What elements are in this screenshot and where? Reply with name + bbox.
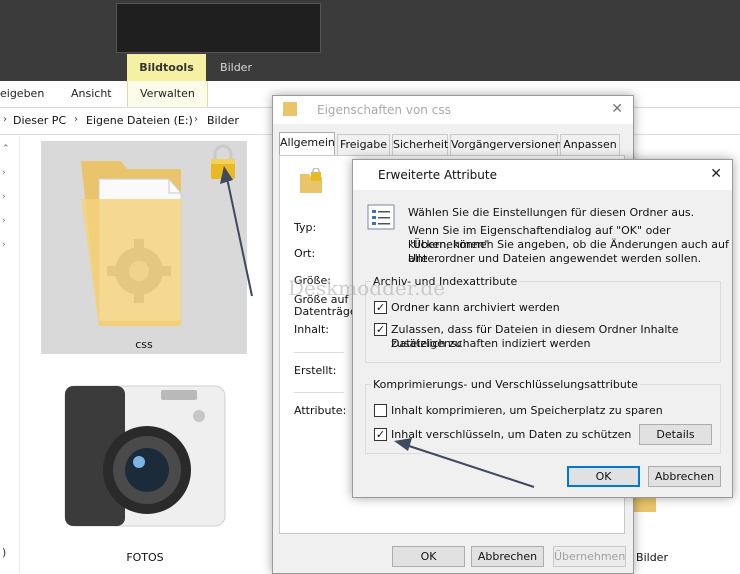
properties-list-icon — [367, 204, 395, 230]
ok-button[interactable]: OK — [567, 466, 640, 487]
explorer-titlebar: Bildtools Bilder — [0, 0, 740, 81]
apply-button[interactable]: Übernehmen — [553, 546, 626, 567]
ribbon-tab-verwalten[interactable]: Verwalten — [127, 81, 208, 107]
advanced-attributes-title: Erweiterte Attribute — [378, 168, 497, 182]
cancel-button[interactable]: Abbrechen — [648, 466, 721, 487]
ribbon-tab-ansicht[interactable]: Ansicht — [71, 81, 112, 107]
ribbon-context-bildtools[interactable]: Bildtools — [127, 54, 206, 81]
breadcrumb-item-eigene-dateien[interactable]: Eigene Dateien (E:) — [86, 114, 193, 127]
chevron-right-icon[interactable]: › — [2, 192, 6, 202]
annotation-arrow — [394, 438, 535, 488]
intro-text: Wählen Sie die Einstellungen für diesen … — [408, 206, 695, 219]
folder-lock-icon — [283, 102, 297, 116]
chevron-right-icon: › — [74, 114, 78, 125]
navigation-pane[interactable]: ⌃ › › › › ) — [0, 136, 20, 574]
properties-dialog-titlebar[interactable]: Eigenschaften von css ✕ — [273, 96, 633, 124]
tab-allgemein[interactable]: Allgemein — [279, 132, 335, 156]
checkbox-compress-label: Inhalt komprimieren, um Speicherplatz zu… — [391, 404, 663, 417]
tab-anpassen[interactable]: Anpassen — [560, 134, 620, 156]
ok-button[interactable]: OK — [392, 546, 465, 567]
tab-freigabe[interactable]: Freigabe — [337, 134, 390, 156]
title-thumbnail — [116, 3, 321, 53]
chevron-up-icon[interactable]: ⌃ — [2, 144, 10, 154]
detail-text-3: Unterordner und Dateien angewendet werde… — [408, 252, 702, 265]
ribbon-tab-freigeben[interactable]: eigeben — [0, 81, 44, 107]
tab-vorgaengerversionen[interactable]: Vorgängerversionen — [450, 134, 562, 156]
annotation-arrow — [220, 166, 253, 297]
file-label-css: css — [135, 338, 153, 351]
ribbon-context-bilder[interactable]: Bilder — [206, 54, 266, 81]
details-button[interactable]: Details — [639, 424, 712, 445]
chevron-right-icon[interactable]: › — [2, 216, 6, 226]
separator — [294, 352, 344, 353]
chevron-right-icon[interactable]: › — [2, 240, 6, 250]
checkbox-icon[interactable] — [374, 404, 387, 417]
label-attribute: Attribute: — [294, 404, 347, 417]
folder-lock-icon — [298, 167, 326, 196]
close-icon[interactable]: ✕ — [611, 101, 623, 117]
edge-char: ) — [2, 546, 7, 559]
properties-dialog-title: Eigenschaften von css — [317, 103, 451, 117]
cancel-button[interactable]: Abbrechen — [471, 546, 544, 567]
camera-icon — [64, 385, 226, 527]
label-inhalt: Inhalt: — [294, 323, 330, 336]
checkbox-icon[interactable]: ✓ — [374, 428, 387, 441]
advanced-attributes-titlebar[interactable]: Erweiterte Attribute ✕ — [353, 160, 732, 190]
label-erstellt: Erstellt: — [294, 364, 337, 377]
close-icon[interactable]: ✕ — [710, 166, 722, 182]
chevron-right-icon: › — [3, 114, 7, 125]
checkbox-icon[interactable]: ✓ — [374, 323, 387, 336]
breadcrumb-item-bilder[interactable]: Bilder — [207, 114, 239, 127]
watermark: Deskmodder.de — [288, 276, 446, 300]
file-label-fotos: FOTOS — [126, 551, 164, 564]
checkbox-icon[interactable]: ✓ — [374, 301, 387, 314]
checkbox-archive-label: Ordner kann archiviert werden — [391, 301, 560, 314]
label-ort: Ort: — [294, 247, 316, 260]
checkbox-index-label-2: Dateieigenschaften indiziert werden — [391, 337, 591, 350]
label-typ: Typ: — [294, 221, 317, 234]
breadcrumb-item-dieser-pc[interactable]: Dieser PC — [13, 114, 66, 127]
group-compress-title: Komprimierungs- und Verschlüsselungsattr… — [371, 378, 640, 391]
file-label-bilder: Bilder — [636, 551, 668, 564]
chevron-right-icon[interactable]: › — [2, 168, 6, 178]
file-item-fotos[interactable] — [55, 370, 235, 538]
separator — [294, 392, 344, 393]
chevron-right-icon: › — [194, 114, 198, 125]
tab-sicherheit[interactable]: Sicherheit — [392, 134, 448, 156]
